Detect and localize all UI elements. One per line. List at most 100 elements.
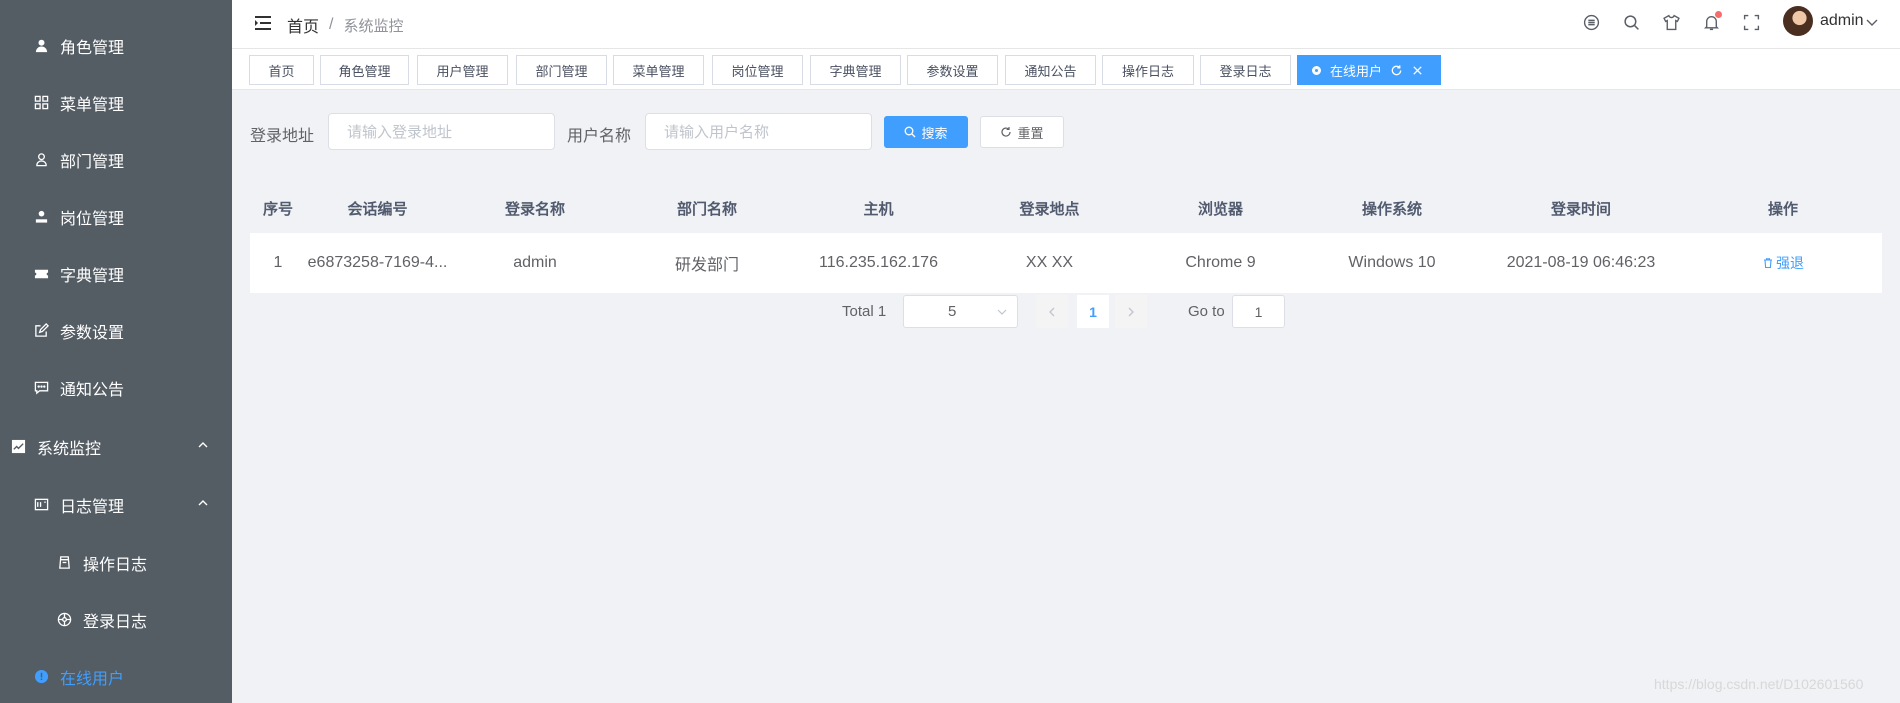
refresh-icon[interactable] xyxy=(1390,64,1403,77)
username-label: 用户名称 xyxy=(567,128,632,145)
table-cell-session-id: e6873258-7169-4... xyxy=(307,254,448,271)
table-cell-index: 1 xyxy=(273,254,283,271)
search-button[interactable]: 搜索 xyxy=(884,116,968,148)
hamburger-icon[interactable] xyxy=(252,12,274,34)
tag-online-label: 在线用户 xyxy=(1330,63,1383,79)
user-outline-icon xyxy=(32,151,50,169)
ipaddr-label: 登录地址 xyxy=(250,128,315,145)
log-icon xyxy=(32,496,50,514)
table-row: 1 e6873258-7169-4... admin 研发部门 116.235.… xyxy=(250,233,1882,293)
page-number[interactable]: 1 xyxy=(1077,295,1109,328)
table-cell-location: XX XX xyxy=(1025,254,1074,271)
navbar: 首页 / 系统监控 admin xyxy=(232,0,1900,49)
sidebar-item-label: 日志管理 xyxy=(60,498,125,516)
breadcrumb-current: 系统监控 xyxy=(343,17,404,35)
username-input[interactable]: 请输入用户名称 xyxy=(645,113,872,150)
watermark: https://blog.csdn.net/D102601560 xyxy=(1654,676,1864,692)
sidebar-item-label: 部门管理 xyxy=(60,153,125,171)
tag-dept[interactable]: 部门管理 xyxy=(516,55,607,85)
tag-user[interactable]: 用户管理 xyxy=(417,55,508,85)
ticket-icon xyxy=(32,265,50,283)
search-icon xyxy=(905,126,916,138)
delete-icon xyxy=(1764,258,1772,269)
sidebar-item-role[interactable]: 角色管理 xyxy=(0,17,232,74)
column-header: 主机 xyxy=(863,200,894,218)
column-header: 会话编号 xyxy=(347,200,408,218)
column-header: 登录地点 xyxy=(1019,200,1080,218)
sidebar-item-label: 登录日志 xyxy=(83,613,148,631)
search-button-label: 搜索 xyxy=(921,125,948,141)
reset-button-label: 重置 xyxy=(1017,125,1044,141)
breadcrumb-separator: / xyxy=(329,16,334,33)
tag-operlog[interactable]: 操作日志 xyxy=(1102,55,1194,85)
sidebar-item-logininfor[interactable]: 登录日志 xyxy=(0,591,232,648)
chevron-up-icon xyxy=(198,442,208,448)
refresh-icon xyxy=(1001,127,1012,137)
chevron-up-icon xyxy=(198,500,208,506)
sidebar-item-monitor[interactable]: 系统监控 xyxy=(0,418,232,475)
source-icon[interactable] xyxy=(1580,11,1602,33)
column-header: 操作系统 xyxy=(1361,200,1422,218)
tag-dict[interactable]: 字典管理 xyxy=(810,55,901,85)
sidebar-item-post[interactable]: 岗位管理 xyxy=(0,188,232,245)
online-icon xyxy=(32,668,50,686)
sidebar-item-config[interactable]: 参数设置 xyxy=(0,302,232,359)
sidebar: 角色管理 菜单管理 部门管理 岗位管理 字典管理 参数设置 通知公告 系统监控 … xyxy=(0,0,232,703)
tag-menu[interactable]: 菜单管理 xyxy=(613,55,704,85)
tag-role[interactable]: 角色管理 xyxy=(320,55,409,85)
user-icon xyxy=(32,37,50,55)
chevron-left-icon xyxy=(1049,307,1055,316)
sidebar-item-label: 在线用户 xyxy=(60,670,125,688)
sidebar-item-label: 操作日志 xyxy=(83,556,148,574)
search-icon[interactable] xyxy=(1620,11,1642,33)
prev-page-button[interactable] xyxy=(1036,295,1068,328)
reset-button[interactable]: 重置 xyxy=(980,116,1064,148)
sidebar-item-label: 字典管理 xyxy=(60,267,125,285)
breadcrumb-home[interactable]: 首页 xyxy=(287,13,319,37)
tag-notice[interactable]: 通知公告 xyxy=(1005,55,1096,85)
tag-config[interactable]: 参数设置 xyxy=(907,55,998,85)
page-size-value: 5 xyxy=(948,303,957,320)
user-solid-icon xyxy=(32,208,50,226)
tag-post[interactable]: 岗位管理 xyxy=(712,55,803,85)
breadcrumb: 首页 / 系统监控 xyxy=(287,13,403,37)
column-header: 部门名称 xyxy=(676,200,737,218)
tag-online[interactable]: 在线用户 xyxy=(1297,55,1441,85)
sidebar-item-log[interactable]: 日志管理 xyxy=(0,476,232,533)
sidebar-item-dict[interactable]: 字典管理 xyxy=(0,245,232,302)
tag-home[interactable]: 首页 xyxy=(249,55,314,85)
username[interactable]: admin xyxy=(1820,12,1864,30)
fullscreen-icon[interactable] xyxy=(1740,11,1762,33)
sidebar-item-online[interactable]: 在线用户 xyxy=(0,648,232,703)
ipaddr-input[interactable]: 请输入登录地址 xyxy=(328,113,555,150)
page-size-select[interactable]: 5 xyxy=(903,295,1018,328)
edit-icon xyxy=(32,322,50,340)
next-page-button[interactable] xyxy=(1115,295,1147,328)
sidebar-item-label: 角色管理 xyxy=(60,39,125,57)
force-logout-button[interactable]: 强退 xyxy=(1762,253,1804,273)
column-header: 登录时间 xyxy=(1550,200,1611,218)
chat-icon xyxy=(32,379,50,397)
pagination-total: Total 1 xyxy=(842,303,887,320)
sidebar-item-label: 岗位管理 xyxy=(60,210,125,228)
sidebar-item-menu[interactable]: 菜单管理 xyxy=(0,74,232,131)
grid-icon xyxy=(32,94,50,112)
column-header: 浏览器 xyxy=(1197,200,1243,218)
sidebar-item-label: 系统监控 xyxy=(37,440,102,458)
sidebar-item-label: 参数设置 xyxy=(60,324,125,342)
sidebar-item-operlog[interactable]: 操作日志 xyxy=(0,534,232,591)
bell-icon[interactable] xyxy=(1700,11,1722,33)
logininfor-icon xyxy=(55,611,73,629)
theme-shirt-icon[interactable] xyxy=(1660,11,1682,33)
chevron-down-icon[interactable] xyxy=(1865,15,1879,29)
sidebar-item-notice[interactable]: 通知公告 xyxy=(0,359,232,416)
close-icon[interactable] xyxy=(1411,64,1424,77)
sidebar-item-dept[interactable]: 部门管理 xyxy=(0,131,232,188)
table-cell-login-name: admin xyxy=(513,254,557,271)
sidebar-item-label: 通知公告 xyxy=(60,381,125,399)
goto-input[interactable]: 1 xyxy=(1232,295,1285,328)
sidebar-item-label: 菜单管理 xyxy=(60,96,125,114)
tag-logininfor[interactable]: 登录日志 xyxy=(1200,55,1291,85)
avatar[interactable] xyxy=(1783,6,1813,36)
active-dot-icon xyxy=(1312,65,1321,75)
